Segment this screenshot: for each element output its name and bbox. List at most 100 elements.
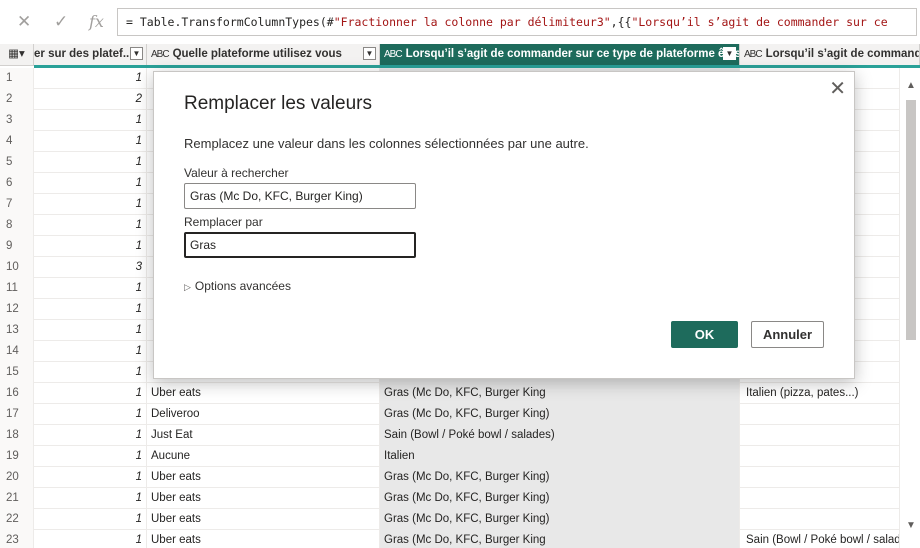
row-number: 10 <box>0 257 34 278</box>
cell-number[interactable]: 1 <box>34 236 147 257</box>
cell-number[interactable]: 1 <box>34 152 147 173</box>
table-row[interactable]: 21 1 Uber eats Gras (Mc Do, KFC, Burger Kin… <box>0 488 900 509</box>
cell-number[interactable]: 1 <box>34 425 147 446</box>
row-number: 4 <box>0 131 34 152</box>
column-header-2[interactable]: ABC Quelle plateforme utilisez vous ▼ <box>147 44 380 65</box>
row-number: 17 <box>0 404 34 425</box>
cell-number[interactable]: 1 <box>34 194 147 215</box>
dialog-description: Remplacez une valeur dans les colonnes s… <box>184 136 589 151</box>
cell-platform[interactable]: Uber eats <box>147 488 380 509</box>
column-header-4[interactable]: ABC Lorsqu’il s’agit de commander <box>740 44 920 65</box>
formula-input[interactable]: = Table.TransformColumnTypes(#"Fractionn… <box>117 8 917 36</box>
cancel-button[interactable]: Annuler <box>751 321 824 348</box>
row-number: 3 <box>0 110 34 131</box>
cell-food-type-2[interactable]: Italien (pizza, pates...) <box>740 383 900 404</box>
column-header-3-selected[interactable]: ABC Lorsqu’il s’agit de commander sur ce … <box>380 44 740 65</box>
find-value-input[interactable] <box>184 183 416 209</box>
scroll-down-icon[interactable]: ▼ <box>906 520 916 531</box>
cell-food-type-2[interactable] <box>740 404 900 425</box>
cell-platform[interactable]: Aucune <box>147 446 380 467</box>
cell-platform[interactable]: Just Eat <box>147 425 380 446</box>
cell-food-type-2[interactable] <box>740 446 900 467</box>
text-type-icon[interactable]: ABC <box>744 45 763 65</box>
cell-food-type-2[interactable] <box>740 509 900 530</box>
cell-number[interactable]: 1 <box>34 215 147 236</box>
cell-food-type-2[interactable] <box>740 467 900 488</box>
formula-mid: ,{{ <box>610 15 632 29</box>
cell-food-type-2[interactable] <box>740 488 900 509</box>
cell-food-type[interactable]: Gras (Mc Do, KFC, Burger King) <box>380 488 740 509</box>
column-header-3-label: Lorsqu’il s’agit de commander sur ce typ… <box>405 48 740 60</box>
table-row[interactable]: 20 1 Uber eats Gras (Mc Do, KFC, Burger Kin… <box>0 467 900 488</box>
ok-button[interactable]: OK <box>671 321 738 348</box>
cell-number[interactable]: 1 <box>34 446 147 467</box>
table-row[interactable]: 23 1 Uber eats Gras (Mc Do, KFC, Burger Kin… <box>0 530 900 548</box>
table-row[interactable]: 19 1 Aucune Italien <box>0 446 900 467</box>
cell-number[interactable]: 1 <box>34 299 147 320</box>
cell-number[interactable]: 1 <box>34 467 147 488</box>
column-header-4-label: Lorsqu’il s’agit de commander <box>765 48 920 60</box>
vertical-scrollbar[interactable]: ▲ ▼ <box>902 68 920 548</box>
table-row[interactable]: 22 1 Uber eats Gras (Mc Do, KFC, Burger Kin… <box>0 509 900 530</box>
row-number: 1 <box>0 68 34 89</box>
cell-number[interactable]: 1 <box>34 341 147 362</box>
cell-number[interactable]: 1 <box>34 110 147 131</box>
row-number: 9 <box>0 236 34 257</box>
cell-number[interactable]: 1 <box>34 530 147 548</box>
row-number: 16 <box>0 383 34 404</box>
row-number: 21 <box>0 488 34 509</box>
cell-number[interactable]: 1 <box>34 488 147 509</box>
text-type-icon[interactable]: ABC <box>384 45 403 65</box>
scrollbar-thumb[interactable] <box>906 100 916 340</box>
cell-food-type[interactable]: Gras (Mc Do, KFC, Burger King) <box>380 404 740 425</box>
formula-string-1: "Fractionner la colonne par délimiteur3" <box>333 15 611 29</box>
cell-number[interactable]: 1 <box>34 404 147 425</box>
column-filter-1-chevron-down-icon[interactable]: ▼ <box>130 47 143 60</box>
cell-food-type-2[interactable]: Sain (Bowl / Poké bowl / salades <box>740 530 900 548</box>
fx-icon[interactable]: fx <box>89 12 104 32</box>
cell-number[interactable]: 1 <box>34 278 147 299</box>
cell-platform[interactable]: Uber eats <box>147 383 380 404</box>
cell-number[interactable]: 1 <box>34 320 147 341</box>
scroll-up-icon[interactable]: ▲ <box>906 80 916 91</box>
table-row[interactable]: 18 1 Just Eat Sain (Bowl / Poké bowl / sala… <box>0 425 900 446</box>
cell-food-type[interactable]: Gras (Mc Do, KFC, Burger King) <box>380 467 740 488</box>
cell-platform[interactable]: Uber eats <box>147 509 380 530</box>
formula-bar: ✕ ✓ fx = Table.TransformColumnTypes(#"Fr… <box>0 0 920 45</box>
cell-food-type[interactable]: Gras (Mc Do, KFC, Burger King <box>380 383 740 404</box>
cell-number[interactable]: 3 <box>34 257 147 278</box>
replace-values-dialog: ✕ Remplacer les valeurs Remplacez une va… <box>153 71 855 379</box>
check-icon[interactable]: ✓ <box>54 12 68 32</box>
cell-food-type[interactable]: Sain (Bowl / Poké bowl / salades) <box>380 425 740 446</box>
cell-food-type-2[interactable] <box>740 425 900 446</box>
row-number: 11 <box>0 278 34 299</box>
cell-number[interactable]: 1 <box>34 383 147 404</box>
column-filter-3-chevron-down-icon[interactable]: ▼ <box>723 47 736 60</box>
cell-food-type[interactable]: Gras (Mc Do, KFC, Burger King) <box>380 509 740 530</box>
advanced-options-toggle[interactable]: ▷ Options avancées <box>184 279 291 293</box>
cell-number[interactable]: 1 <box>34 362 147 383</box>
cell-number[interactable]: 1 <box>34 509 147 530</box>
cell-food-type[interactable]: Gras (Mc Do, KFC, Burger King <box>380 530 740 548</box>
column-header-1[interactable]: er sur des platef... ▼ <box>34 44 147 65</box>
column-header-row: ▦▾ er sur des platef... ▼ ABC Quelle plat… <box>0 44 920 66</box>
row-number: 13 <box>0 320 34 341</box>
cell-number[interactable]: 1 <box>34 68 147 89</box>
table-icon: ▦▾ <box>8 48 25 60</box>
close-icon[interactable]: ✕ <box>17 12 31 32</box>
cell-food-type[interactable]: Italien <box>380 446 740 467</box>
table-menu-button[interactable]: ▦▾ <box>0 44 34 65</box>
cell-number[interactable]: 1 <box>34 131 147 152</box>
text-type-icon[interactable]: ABC <box>151 45 170 65</box>
cell-number[interactable]: 1 <box>34 173 147 194</box>
close-icon[interactable]: ✕ <box>829 76 846 101</box>
table-row[interactable]: 16 1 Uber eats Gras (Mc Do, KFC, Burger Kin… <box>0 383 900 404</box>
cell-platform[interactable]: Uber eats <box>147 530 380 548</box>
table-row[interactable]: 17 1 Deliveroo Gras (Mc Do, KFC, Burger Kin… <box>0 404 900 425</box>
cell-platform[interactable]: Uber eats <box>147 467 380 488</box>
column-filter-2-chevron-down-icon[interactable]: ▼ <box>363 47 376 60</box>
find-value-label: Valeur à rechercher <box>184 166 289 180</box>
cell-platform[interactable]: Deliveroo <box>147 404 380 425</box>
cell-number[interactable]: 2 <box>34 89 147 110</box>
replace-with-input[interactable] <box>184 232 416 258</box>
